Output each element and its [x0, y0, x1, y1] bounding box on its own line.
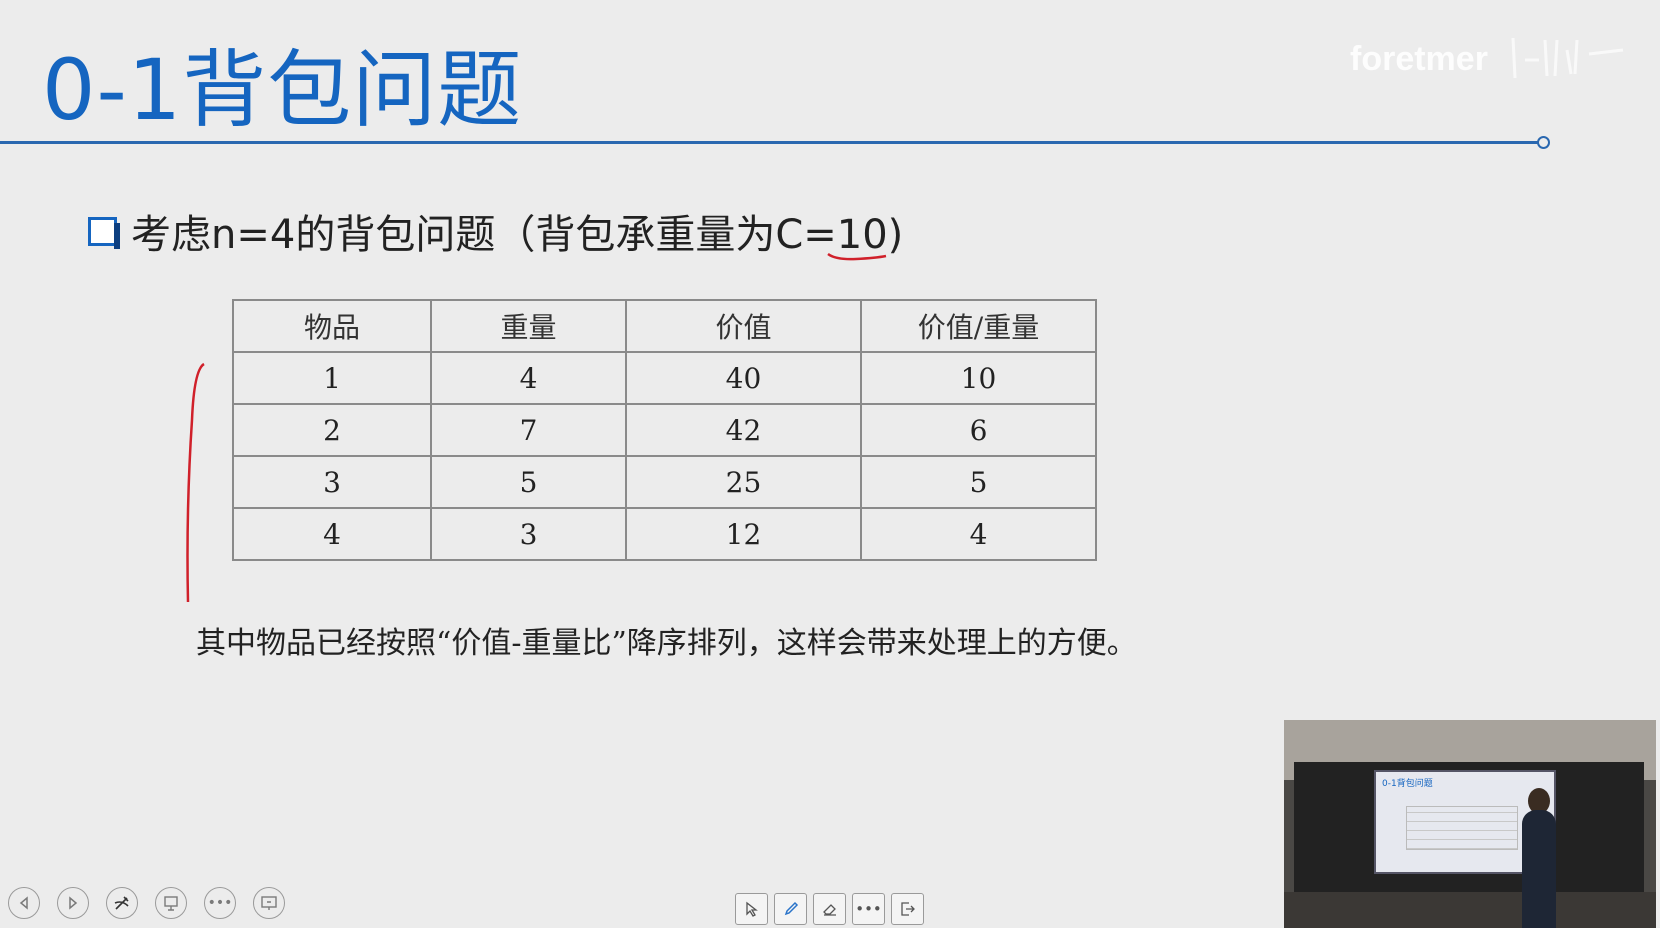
header-cell: 价值: [625, 299, 862, 353]
table-cell: 5: [430, 455, 627, 509]
pointer-icon: [164, 896, 178, 911]
pen-button[interactable]: [106, 887, 138, 919]
table-cell: 7: [430, 403, 627, 457]
screen-icon: [261, 896, 277, 910]
screen-button[interactable]: [253, 887, 285, 919]
annotation-toolbar: •••: [735, 893, 924, 925]
title-underline-end-dot: [1537, 136, 1550, 149]
header-cell: 价值/重量: [860, 299, 1097, 353]
exit-tool-button[interactable]: [891, 893, 924, 925]
table-cell: 2: [232, 403, 432, 457]
more-icon: •••: [855, 900, 882, 918]
logo-signature-icon: [1511, 37, 1624, 79]
header-cell: 重量: [430, 299, 627, 353]
logo: foretmer: [1350, 40, 1488, 78]
table-cell: 25: [625, 455, 862, 509]
slide-title: 0-1背包问题: [42, 41, 523, 139]
more-options-button[interactable]: •••: [204, 887, 236, 919]
table-cell: 3: [430, 507, 627, 561]
handwritten-underline-annotation: [827, 252, 887, 261]
more-tools-button[interactable]: •••: [852, 893, 885, 925]
prev-icon: [19, 896, 28, 910]
classroom-floor: [1284, 892, 1656, 928]
knapsack-table: 物品 重量 价值 价值/重量 1 4 40 10 2 7 42 6 3 5 25…: [232, 299, 1097, 561]
title-underline: [0, 141, 1540, 144]
lecturer-video-thumbnail: 0-1背包问题: [1284, 720, 1656, 928]
projected-slide-title: 0-1背包问题: [1382, 779, 1433, 789]
pointer-button[interactable]: [155, 887, 187, 919]
pencil-icon: [784, 901, 798, 916]
handwritten-bracket-annotation: [186, 362, 205, 603]
next-icon: [69, 896, 78, 910]
more-icon: •••: [207, 895, 233, 911]
table-cell: 4: [430, 351, 627, 405]
table-cell: 3: [232, 455, 432, 509]
square-bullet-icon: [88, 216, 120, 249]
header-cell: 物品: [232, 299, 432, 353]
next-slide-button[interactable]: [57, 887, 89, 919]
prev-slide-button[interactable]: [8, 887, 40, 919]
table-cell: 12: [625, 507, 862, 561]
table-cell: 10: [860, 351, 1097, 405]
exit-icon: [900, 902, 915, 916]
arrow-icon: [745, 901, 758, 917]
eraser-tool-button[interactable]: [813, 893, 846, 925]
table-cell: 4: [232, 507, 432, 561]
projected-table: [1406, 806, 1518, 850]
bullet-point: 考虑n=4的背包问题（背包承重量为C=10): [88, 203, 903, 259]
table-cell: 5: [860, 455, 1097, 509]
eraser-icon: [822, 904, 836, 916]
table-cell: 40: [625, 351, 862, 405]
table-row: 2 7 42 6: [232, 403, 1097, 457]
arrow-tool-button[interactable]: [735, 893, 768, 925]
slide-nav-controls: •••: [8, 887, 285, 919]
lecturer: [1522, 810, 1556, 928]
pen-icon: [114, 896, 129, 910]
bullet-text: 考虑n=4的背包问题（背包承重量为C=10): [131, 212, 904, 258]
table-cell: 6: [860, 403, 1097, 457]
table-row: 3 5 25 5: [232, 455, 1097, 509]
table-row: 1 4 40 10: [232, 351, 1097, 405]
table-cell: 4: [860, 507, 1097, 561]
table-cell: 42: [625, 403, 862, 457]
table-note: 其中物品已经按照“价值-重量比”降序排列，这样会带来处理上的方便。: [196, 626, 1137, 661]
table-row: 4 3 12 4: [232, 507, 1097, 561]
table-cell: 1: [232, 351, 432, 405]
table-header-row: 物品 重量 价值 价值/重量: [232, 299, 1097, 353]
pen-tool-button[interactable]: [774, 893, 807, 925]
